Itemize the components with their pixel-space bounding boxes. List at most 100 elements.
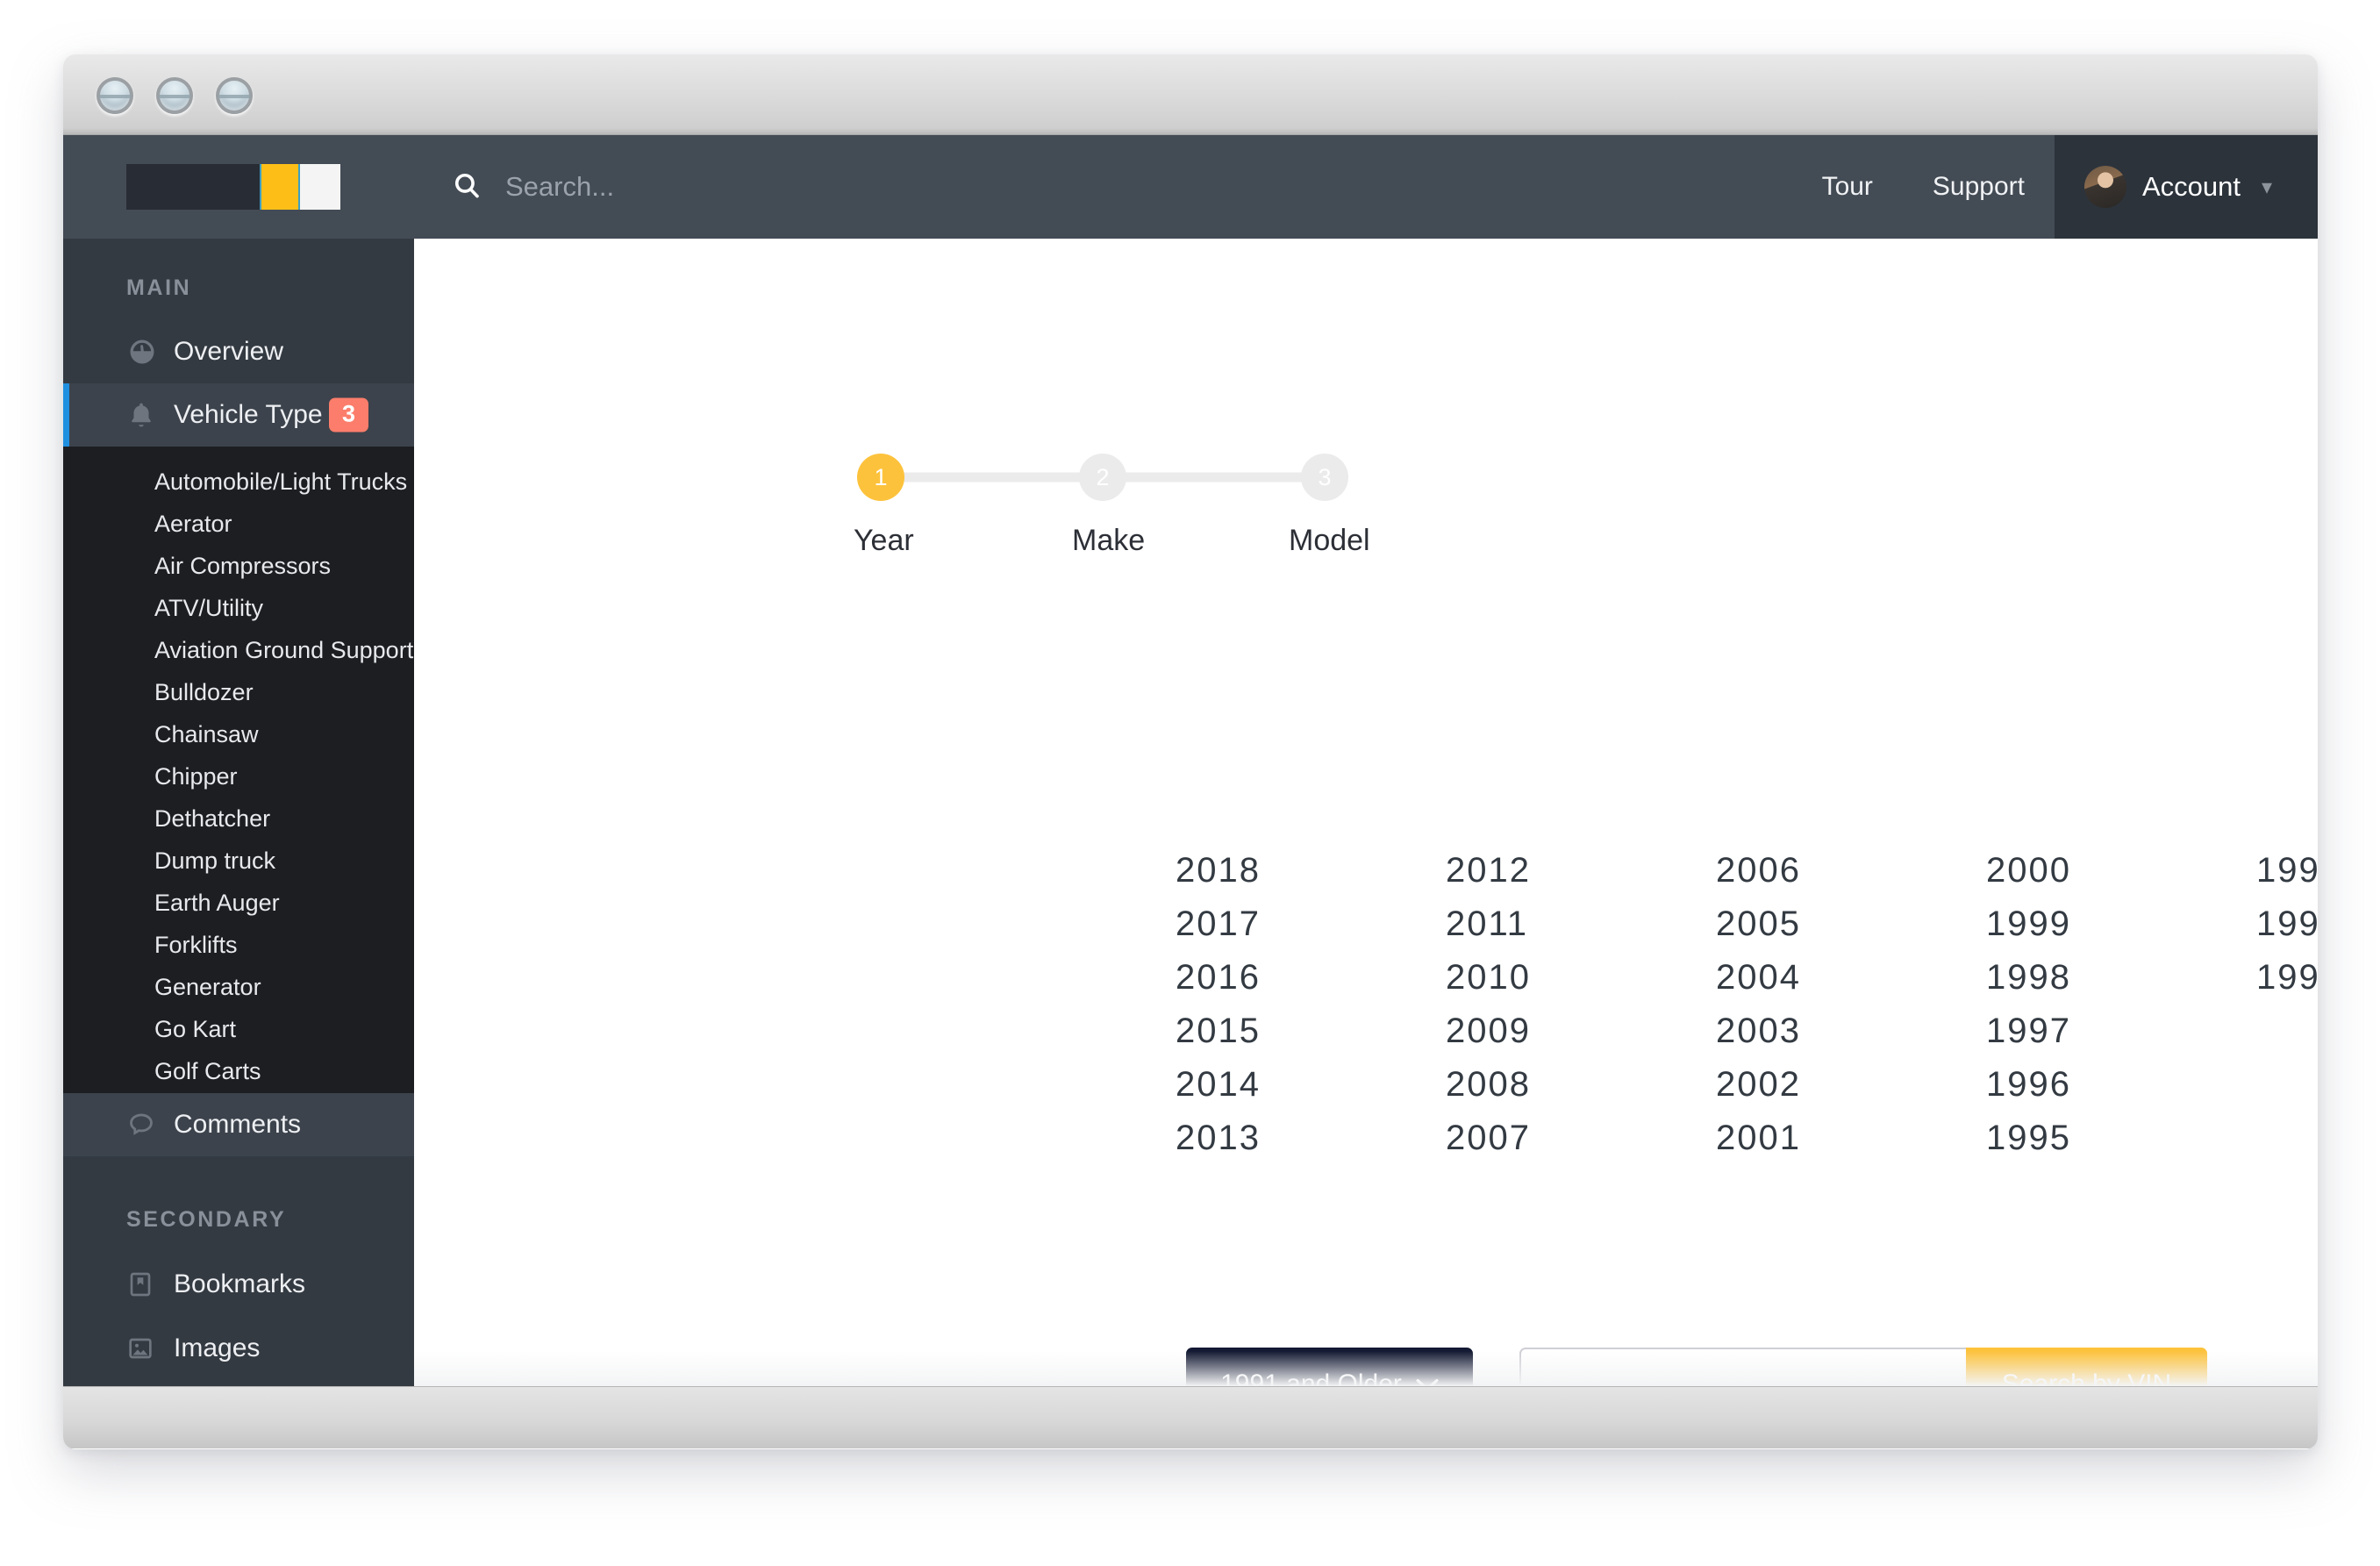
stepper-track-row: 1 2 3 xyxy=(857,454,1348,501)
main-pane: 1 2 3 Year Make Model 2018 2017 2016 201… xyxy=(414,239,2318,1386)
sidebar-item-label: Bookmarks xyxy=(174,1269,306,1298)
year-option[interactable]: 2014 xyxy=(1176,1058,1446,1112)
bookmark-icon xyxy=(126,1269,174,1299)
list-item[interactable]: Chainsaw xyxy=(63,713,414,755)
zoom-button[interactable] xyxy=(216,77,253,114)
year-option[interactable]: 2016 xyxy=(1176,951,1446,1005)
year-option[interactable]: 2002 xyxy=(1716,1058,1986,1112)
step-label-make: Make xyxy=(1072,524,1146,557)
list-item[interactable]: Dump truck xyxy=(63,840,414,882)
sidebar-section-main: MAIN xyxy=(126,275,192,300)
stepper-labels: Year Make Model xyxy=(854,524,1370,564)
year-option[interactable]: 2018 xyxy=(1176,844,1446,897)
step-label-model: Model xyxy=(1289,524,1370,557)
year-column: 2000 1999 1998 1997 1996 1995 xyxy=(1986,844,2256,1165)
list-item[interactable]: Aerator xyxy=(63,503,414,545)
content-area: Tour Support Account ▾ 1 2 3 xyxy=(414,135,2318,1386)
gauge-icon xyxy=(126,336,174,368)
topbar: Tour Support Account ▾ xyxy=(414,135,2318,239)
year-option[interactable]: 2015 xyxy=(1176,1005,1446,1058)
sidebar-item-vehicle-type[interactable]: Vehicle Type 3 xyxy=(63,383,414,447)
year-option[interactable]: 2006 xyxy=(1716,844,1986,897)
minimize-button[interactable] xyxy=(156,77,193,114)
search-icon xyxy=(451,169,482,205)
bell-icon xyxy=(126,399,174,431)
sidebar-item-bookmarks[interactable]: Bookmarks xyxy=(63,1252,414,1316)
window-body: MAIN Overview Vehicle Type 3 Automobile/… xyxy=(63,135,2318,1386)
status-badge: 3 xyxy=(328,397,368,433)
list-item[interactable]: Generator xyxy=(63,966,414,1008)
sidebar-item-label: Comments xyxy=(174,1110,302,1139)
sidebar-item-images[interactable]: Images xyxy=(63,1316,414,1380)
year-column: 2012 2011 2010 2009 2008 2007 xyxy=(1446,844,1716,1165)
year-option[interactable]: 2010 xyxy=(1446,951,1716,1005)
list-item[interactable]: Air Compressors xyxy=(63,545,414,587)
sidebar-item-label: Overview xyxy=(174,337,284,366)
list-item[interactable]: Go Kart xyxy=(63,1008,414,1050)
year-option[interactable]: 1995 xyxy=(1986,1112,2256,1165)
year-column: 2006 2005 2004 2003 2002 2001 xyxy=(1716,844,1986,1165)
close-button[interactable] xyxy=(96,77,133,114)
list-item[interactable]: ATV/Utility xyxy=(63,587,414,629)
list-item[interactable]: Bulldozer xyxy=(63,671,414,713)
step-3-model[interactable]: 3 xyxy=(1301,454,1348,501)
year-option[interactable]: 2017 xyxy=(1176,897,1446,951)
list-item[interactable]: Dethatcher xyxy=(63,797,414,840)
sidebar-item-overview[interactable]: Overview xyxy=(63,320,414,383)
logo-block-gold xyxy=(260,164,300,210)
sidebar-item-label: Images xyxy=(174,1333,261,1362)
image-icon xyxy=(126,1334,174,1363)
comment-icon xyxy=(126,1110,174,1140)
year-option[interactable]: 2011 xyxy=(1446,897,1716,951)
year-option[interactable]: 2004 xyxy=(1716,951,1986,1005)
sidebar-item-users[interactable]: Users xyxy=(63,1380,414,1386)
content-fade xyxy=(414,1351,2318,1386)
year-option[interactable]: 2013 xyxy=(1176,1112,1446,1165)
year-option[interactable]: 1993 xyxy=(2256,897,2318,951)
year-option[interactable]: 2000 xyxy=(1986,844,2256,897)
logo-block-dark xyxy=(126,164,260,210)
tour-link[interactable]: Tour xyxy=(1792,135,1903,239)
search-input[interactable] xyxy=(505,171,1102,203)
app-window: MAIN Overview Vehicle Type 3 Automobile/… xyxy=(63,54,2318,1449)
sidebar: MAIN Overview Vehicle Type 3 Automobile/… xyxy=(63,135,414,1386)
window-controls xyxy=(96,77,253,114)
stepper: 1 2 3 Year Make Model xyxy=(854,454,1370,564)
year-column: 2018 2017 2016 2015 2014 2013 xyxy=(1176,844,1446,1165)
year-option[interactable]: 1994 xyxy=(2256,844,2318,897)
avatar xyxy=(2084,166,2126,208)
year-option[interactable]: 2007 xyxy=(1446,1112,1716,1165)
account-menu[interactable]: Account ▾ xyxy=(2055,135,2318,239)
chevron-down-icon: ▾ xyxy=(2262,175,2273,199)
sidebar-item-label: Vehicle Type xyxy=(174,400,323,429)
sidebar-item-comments[interactable]: Comments xyxy=(63,1093,414,1156)
step-1-year[interactable]: 1 xyxy=(857,454,904,501)
support-link[interactable]: Support xyxy=(1903,135,2055,239)
year-option[interactable]: 1992 xyxy=(2256,951,2318,1005)
window-statusbar xyxy=(63,1386,2318,1448)
list-item[interactable]: Earth Auger xyxy=(63,882,414,924)
search-area[interactable] xyxy=(414,169,1792,205)
vehicle-type-sublist: Automobile/Light Trucks Aerator Air Comp… xyxy=(63,447,414,1101)
year-option[interactable]: 2003 xyxy=(1716,1005,1986,1058)
year-option[interactable]: 2001 xyxy=(1716,1112,1986,1165)
year-option[interactable]: 1996 xyxy=(1986,1058,2256,1112)
list-item[interactable]: Golf Carts xyxy=(63,1050,414,1092)
brand-area[interactable] xyxy=(63,135,414,239)
list-item[interactable]: Chipper xyxy=(63,755,414,797)
window-titlebar xyxy=(63,54,2318,135)
year-option[interactable]: 2008 xyxy=(1446,1058,1716,1112)
year-option[interactable]: 2009 xyxy=(1446,1005,1716,1058)
year-option[interactable]: 1997 xyxy=(1986,1005,2256,1058)
year-option[interactable]: 1999 xyxy=(1986,897,2256,951)
year-option[interactable]: 2005 xyxy=(1716,897,1986,951)
year-option[interactable]: 2012 xyxy=(1446,844,1716,897)
list-item[interactable]: Forklifts xyxy=(63,924,414,966)
sidebar-secondary-block: SECONDARY Bookmarks Images xyxy=(63,1170,414,1386)
step-2-make[interactable]: 2 xyxy=(1079,454,1126,501)
list-item[interactable]: Automobile/Light Trucks xyxy=(63,461,414,503)
app-logo[interactable] xyxy=(126,164,340,210)
step-label-year: Year xyxy=(854,524,914,557)
year-option[interactable]: 1998 xyxy=(1986,951,2256,1005)
list-item[interactable]: Aviation Ground Support xyxy=(63,629,414,671)
